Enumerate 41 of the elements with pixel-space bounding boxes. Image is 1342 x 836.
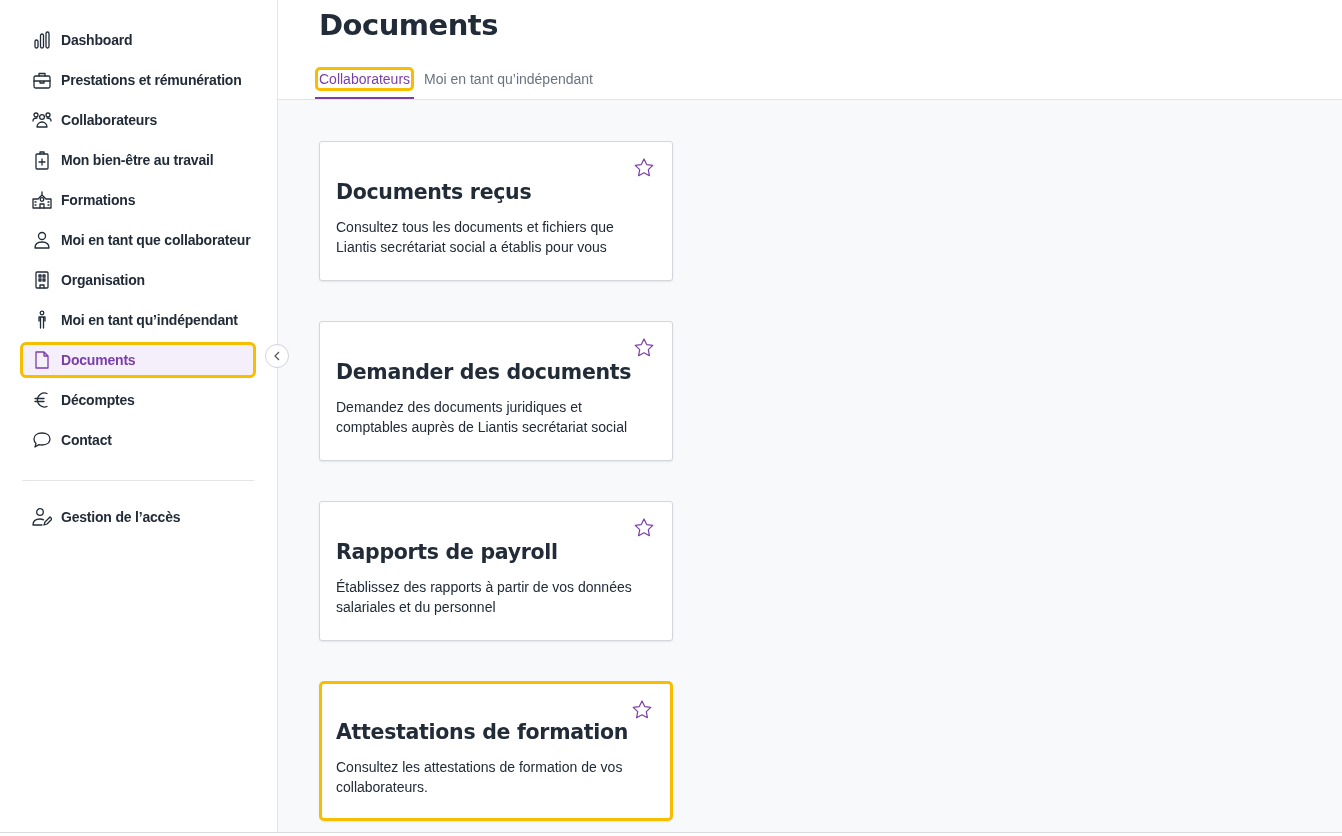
person-icon [32,230,52,250]
sidebar-item[interactable]: Moi en tant qu’indépendant [20,302,256,338]
card-title: Attestations de formation [336,720,630,744]
sidebar-item[interactable]: Formations [20,182,256,218]
chevron-left-icon [273,351,281,361]
sidebar-item[interactable]: Contact [20,422,256,458]
people-icon [32,110,52,130]
chart-bars-icon [32,30,52,50]
sidebar-item[interactable]: Mon bien-être au travail [20,142,256,178]
person-edit-icon [32,507,52,527]
sidebar-item[interactable]: Décomptes [20,382,256,418]
card[interactable]: Demander des documents Demandez des documents juridiques et comptables auprès de Liantis secrétariat social [319,321,673,461]
briefcase-icon [32,70,52,90]
building-icon [32,190,52,210]
sidebar-item[interactable]: Prestations et rémunération [20,62,256,98]
card-description: Consultez les attestations de formation de vos collaborateurs. [336,758,624,797]
sidebar-item[interactable]: Documents [20,342,256,378]
card-description: Établissez des rapports à partir de vos données salariales et du personnel [336,578,633,617]
office-building-icon [32,270,52,290]
card-title: Demander des documents [336,360,633,384]
tab[interactable]: Moi en tant qu’indépendant [420,67,597,99]
sidebar-item[interactable]: Dashboard [20,22,256,58]
clipboard-plus-icon [32,150,52,170]
card-title: Documents reçus [336,180,533,204]
card-description: Consultez tous les documents et fichiers que Liantis secrétariat social a établis pour vous [336,218,615,257]
document-icon [32,350,52,370]
card-description: Demandez des documents juridiques et comptables auprès de Liantis secrétariat social [336,398,629,437]
sidebar-item[interactable]: Organisation [20,262,256,298]
star-icon [634,518,654,537]
card[interactable]: Attestations de formation Consultez les attestations de formation de vos collaborateurs. [319,681,673,821]
page-title: Documents [319,8,499,42]
sidebar-item[interactable]: Gestion de l’accès [20,499,256,535]
star-icon [634,338,654,357]
star-icon [632,700,652,719]
sidebar-item[interactable]: Moi en tant que collaborateur [20,222,256,258]
star-icon [634,158,654,177]
sidebar-item[interactable]: Collaborateurs [20,102,256,138]
card-title: Rapports de payroll [336,540,559,564]
card[interactable]: Documents reçus Consultez tous les documents et fichiers que Liantis secrétariat social a établis pour vous [319,141,673,281]
speech-bubble-icon [32,430,52,450]
card[interactable]: Rapports de payroll Établissez des rapports à partir de vos données salariales et du personnel [319,501,673,641]
